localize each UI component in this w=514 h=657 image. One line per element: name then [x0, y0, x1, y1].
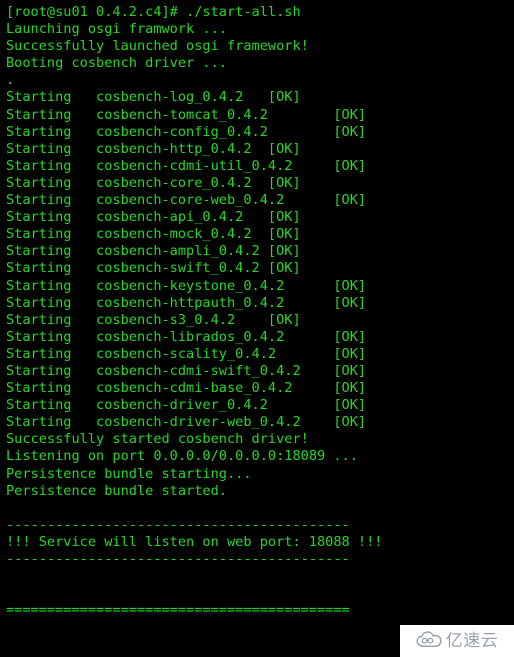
separator-equals: ========================================…	[6, 602, 350, 619]
terminal-output[interactable]: [root@su01 0.4.2.c4]# ./start-all.sh Laun…	[0, 0, 514, 657]
separator-bottom: ----------------------------------------…	[6, 551, 350, 567]
post-message-3: Persistence bundle started.	[6, 482, 227, 499]
module-row-10: Starting cosbench-swift_0.4.2 [OK]	[6, 260, 301, 277]
module-row-11: Starting cosbench-keystone_0.4.2 [OK]	[6, 277, 367, 294]
module-row-4: Starting cosbench-cdmi-util_0.4.2 [OK]	[6, 157, 367, 174]
module-row-8: Starting cosbench-mock_0.4.2 [OK]	[6, 226, 301, 243]
module-row-12: Starting cosbench-httpauth_0.4.2 [OK]	[6, 294, 367, 311]
module-row-18: Starting cosbench-driver_0.4.2 [OK]	[6, 397, 367, 414]
module-row-7: Starting cosbench-api_0.4.2 [OK]	[6, 209, 301, 226]
module-row-5: Starting cosbench-core_0.4.2 [OK]	[6, 174, 301, 191]
post-message-1: Listening on port 0.0.0.0/0.0.0.0:18089 …	[6, 448, 358, 465]
module-row-9: Starting cosbench-ampli_0.4.2 [OK]	[6, 243, 301, 260]
module-row-2: Starting cosbench-config_0.4.2 [OK]	[6, 123, 367, 140]
boot-message-3: .	[6, 72, 15, 89]
cloud-icon	[416, 630, 442, 652]
prompt-line: [root@su01 0.4.2.c4]# ./start-all.sh	[6, 4, 301, 20]
service-banner: !!! Service will listen on web port: 180…	[6, 533, 383, 550]
watermark: 亿速云	[400, 625, 514, 657]
boot-message-1: Successfully launched osgi framework!	[6, 38, 309, 55]
boot-message-0: Launching osgi framwork ...	[6, 21, 227, 38]
watermark-text: 亿速云	[445, 630, 499, 651]
module-row-1: Starting cosbench-tomcat_0.4.2 [OK]	[6, 106, 367, 123]
module-row-6: Starting cosbench-core-web_0.4.2 [OK]	[6, 192, 367, 209]
post-message-2: Persistence bundle starting...	[6, 465, 252, 482]
module-row-16: Starting cosbench-cdmi-swift_0.4.2 [OK]	[6, 362, 367, 379]
module-row-19: Starting cosbench-driver-web_0.4.2 [OK]	[6, 414, 367, 431]
module-row-0: Starting cosbench-log_0.4.2 [OK]	[6, 89, 301, 106]
module-row-14: Starting cosbench-librados_0.4.2 [OK]	[6, 328, 367, 345]
module-row-13: Starting cosbench-s3_0.4.2 [OK]	[6, 311, 301, 328]
module-row-15: Starting cosbench-scality_0.4.2 [OK]	[6, 345, 367, 362]
post-message-0: Successfully started cosbench driver!	[6, 431, 309, 448]
boot-message-2: Booting cosbench driver ...	[6, 55, 227, 72]
module-row-3: Starting cosbench-http_0.4.2 [OK]	[6, 140, 301, 157]
separator-top: ----------------------------------------…	[6, 516, 350, 533]
module-row-17: Starting cosbench-cdmi-base_0.4.2 [OK]	[6, 380, 367, 397]
